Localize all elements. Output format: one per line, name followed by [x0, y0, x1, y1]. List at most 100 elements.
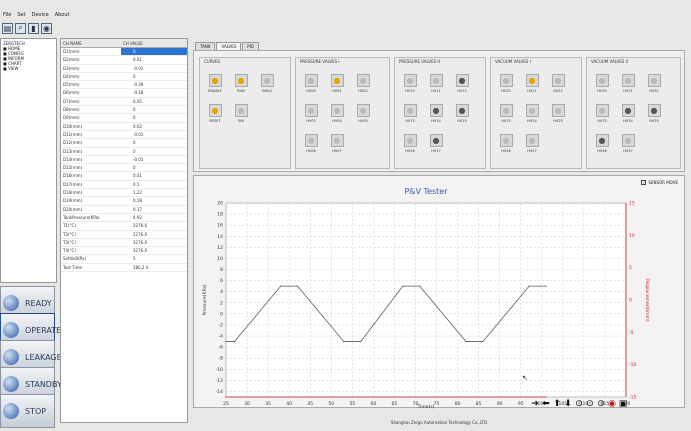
open-icon[interactable]: ▤: [2, 22, 13, 34]
valve-button[interactable]: ● HV15: [451, 104, 473, 123]
table-row[interactable]: D10(mm) 0.02: [61, 123, 187, 131]
stop-icon[interactable]: ⊙: [596, 399, 606, 409]
data-point: [482, 340, 484, 343]
tab-tank[interactable]: TANK: [195, 42, 216, 50]
table-row[interactable]: TankPressure(KPa) 4.92: [61, 214, 187, 223]
valve-button[interactable]: ● HV02: [352, 74, 374, 93]
table-row[interactable]: T4(°C) 3276.6: [61, 247, 187, 256]
status-bar: Shanghai Zergo Automation Technology Co.…: [390, 420, 488, 425]
valve-button[interactable]: ● HV31: [617, 74, 639, 93]
valve-button[interactable]: ● HV04: [326, 104, 348, 123]
table-row[interactable]: D4(mm) 0: [61, 73, 187, 82]
stop-icon[interactable]: ▮: [28, 22, 39, 34]
valve-button[interactable]: ● HV00: [300, 74, 322, 93]
valve-button[interactable]: ● RESET: [204, 104, 226, 123]
x-tick-label: 75: [434, 401, 440, 407]
table-row[interactable]: D5(mm) -0.39: [61, 81, 187, 90]
tab-pid[interactable]: PID: [242, 42, 259, 50]
valve-button[interactable]: ● HV16: [399, 134, 421, 153]
table-row[interactable]: D1(mm) 0: [61, 48, 187, 57]
table-row[interactable]: T1(°C) 2276.6: [61, 222, 187, 231]
arrow-down-icon[interactable]: ⬇: [563, 399, 573, 409]
valve-button[interactable]: ● HV10: [399, 74, 421, 93]
valve-button[interactable]: ● HV32: [643, 74, 665, 93]
table-row[interactable]: D3(mm) -0.01: [61, 65, 187, 73]
valve-button[interactable]: ● HMLO: [256, 74, 278, 93]
menu-device[interactable]: Device: [32, 10, 49, 20]
table-row[interactable]: D8(mm) 0: [61, 106, 187, 115]
pause-icon[interactable]: ⊙: [585, 399, 595, 409]
col-header-name[interactable]: CH NAME: [61, 39, 121, 47]
table-row[interactable]: D11(mm) -0.01: [61, 131, 187, 140]
sensor-move-checkbox[interactable]: ✓ SENSOR MOVE: [641, 180, 678, 185]
bulb-icon: ●: [356, 104, 370, 117]
table-row[interactable]: D9(mm) 0: [61, 114, 187, 123]
table-row[interactable]: D13(mm) 0: [61, 148, 187, 156]
valve-button[interactable]: ● HV13: [399, 104, 421, 123]
valve-button[interactable]: ● HV12: [451, 74, 473, 93]
tree-label: VIEW: [8, 66, 19, 71]
table-row[interactable]: SetVal(KPa) 5: [61, 255, 187, 264]
table-row[interactable]: D12(mm) 0: [61, 139, 187, 148]
table-row[interactable]: D7(mm) 0.05: [61, 98, 187, 107]
table-row[interactable]: D18(mm) 1.22: [61, 189, 187, 198]
table-row[interactable]: Test Time 180.2 S: [61, 264, 187, 273]
channel-value: -0.01: [133, 156, 144, 162]
col-header-value[interactable]: CH VALUE: [121, 39, 187, 47]
valve-group-label: CURVES: [204, 59, 221, 64]
table-row[interactable]: D6(mm) -0.18: [61, 89, 187, 98]
valve-button[interactable]: ● HV01: [326, 74, 348, 93]
valve-button[interactable]: ● RUN: [230, 74, 252, 93]
table-row[interactable]: D14(mm) -0.01: [61, 156, 187, 165]
play-icon[interactable]: ⊙: [574, 399, 584, 409]
table-row[interactable]: T2(°C) 2276.6: [61, 231, 187, 239]
arrow-right-icon[interactable]: ➜: [530, 399, 540, 409]
valve-button[interactable]: ● HV20: [495, 74, 517, 93]
valve-button[interactable]: ● HV26: [495, 134, 517, 153]
valve-button[interactable]: ● HV33: [591, 104, 613, 123]
valve-button[interactable]: ● HV23: [495, 104, 517, 123]
table-row[interactable]: D19(mm) 0.18: [61, 197, 187, 206]
bulb-icon: ●: [499, 134, 513, 147]
leakage-icon: [3, 349, 19, 365]
menu-set[interactable]: Set: [17, 10, 25, 20]
arrow-up-icon[interactable]: ⬆: [552, 399, 562, 409]
valve-button[interactable]: ● HV37: [617, 134, 639, 153]
record-icon[interactable]: ◉: [607, 399, 617, 409]
table-row[interactable]: T3(°C) 3276.6: [61, 239, 187, 248]
valve-button[interactable]: ● HV06: [300, 134, 322, 153]
search-icon[interactable]: ⌕: [15, 22, 26, 34]
valve-button[interactable]: ● HV11: [425, 74, 447, 93]
valve-button[interactable]: ● HV30: [591, 74, 613, 93]
tree-item-view[interactable]: ■ VIEW: [3, 66, 54, 71]
valve-button[interactable]: ● HV07: [326, 134, 348, 153]
table-row[interactable]: D2(mm) 0.01: [61, 56, 187, 65]
arrow-left-icon[interactable]: ⬅: [541, 399, 551, 409]
valve-button[interactable]: ● HV05: [352, 104, 374, 123]
valve-label: HV31: [623, 89, 633, 93]
print-icon[interactable]: ▣: [618, 399, 628, 409]
record-icon[interactable]: ◉: [41, 22, 52, 34]
table-row[interactable]: D16(mm) 0.01: [61, 172, 187, 181]
valve-button[interactable]: ● HV35: [643, 104, 665, 123]
valve-button[interactable]: ● HV24: [521, 104, 543, 123]
menu-file[interactable]: File: [3, 10, 11, 20]
tab-valves[interactable]: VALVES: [216, 42, 242, 50]
valve-button[interactable]: ● HV34: [617, 104, 639, 123]
table-row[interactable]: D17(mm) 0.1: [61, 181, 187, 190]
valve-button[interactable]: ● HV22: [547, 74, 569, 93]
menu-about[interactable]: About: [55, 10, 70, 20]
valve-button[interactable]: ● HV25: [547, 104, 569, 123]
valve-group-label: PRESSURE VALVES II: [399, 59, 440, 64]
valve-button[interactable]: ● HV36: [591, 134, 613, 153]
valve-button[interactable]: ● SIN: [230, 104, 252, 123]
valve-button[interactable]: ● HV03: [300, 104, 322, 123]
valve-button[interactable]: ● HV17: [425, 134, 447, 153]
valve-button[interactable]: ● HV27: [521, 134, 543, 153]
valve-button[interactable]: ● HV14: [425, 104, 447, 123]
stop-button[interactable]: STOP: [0, 394, 55, 428]
table-row[interactable]: D20(mm) 0.17: [61, 206, 187, 214]
valve-button[interactable]: ● ENABLE: [204, 74, 226, 93]
table-row[interactable]: D15(mm) 0: [61, 164, 187, 173]
valve-button[interactable]: ● HV21: [521, 74, 543, 93]
